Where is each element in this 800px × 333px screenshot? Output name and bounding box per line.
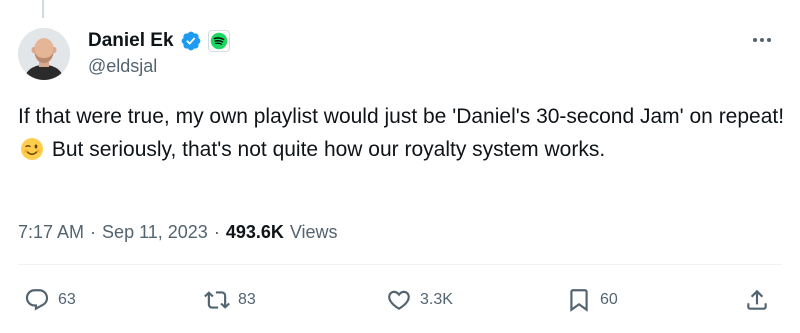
author-name-row: Daniel Ek (88, 28, 230, 54)
views-label[interactable]: Views (290, 222, 338, 243)
bookmark-icon (570, 289, 588, 312)
meta-separator: · (213, 222, 220, 242)
avatar-image (18, 28, 70, 80)
reply-button[interactable]: 63 (24, 286, 76, 314)
share-icon (747, 289, 767, 310)
tweet-meta: 7:17 AM · Sep 11, 2023 · 493.6K Views (18, 222, 338, 243)
author-display-name[interactable]: Daniel Ek (88, 30, 174, 52)
like-button[interactable]: 3.3K (386, 286, 453, 314)
tweet-text: If that were true, my own playlist would… (18, 100, 788, 166)
winking-face-emoji (20, 137, 44, 161)
like-count: 3.3K (420, 291, 453, 308)
like-heart-icon (388, 290, 410, 310)
bookmark-count: 60 (600, 291, 618, 308)
tweet-text-part2: But seriously, that's not quite how our … (51, 138, 606, 161)
share-button[interactable] (744, 286, 770, 314)
repost-button[interactable]: 83 (204, 286, 256, 314)
meta-separator: · (90, 222, 97, 242)
avatar[interactable] (18, 28, 70, 80)
tweet-card: Daniel Ek @eldsjal If that were true, my… (0, 0, 800, 333)
tweet-date[interactable]: Sep 11, 2023 (102, 222, 208, 243)
views-count[interactable]: 493.6K (226, 222, 284, 243)
more-options-icon[interactable] (748, 30, 776, 50)
verified-badge-icon[interactable] (180, 30, 202, 52)
tweet-text-part1: If that were true, my own playlist would… (18, 105, 785, 128)
reply-icon (25, 289, 49, 311)
thread-line (42, 0, 44, 18)
repost-icon (204, 291, 230, 309)
tweet-time[interactable]: 7:17 AM (18, 222, 84, 243)
author-handle[interactable]: @eldsjal (88, 56, 157, 77)
repost-count: 83 (238, 291, 256, 308)
spotify-logo-icon[interactable] (207, 30, 230, 52)
divider (18, 264, 782, 265)
reply-count: 63 (58, 291, 76, 308)
bookmark-button[interactable]: 60 (566, 286, 618, 314)
